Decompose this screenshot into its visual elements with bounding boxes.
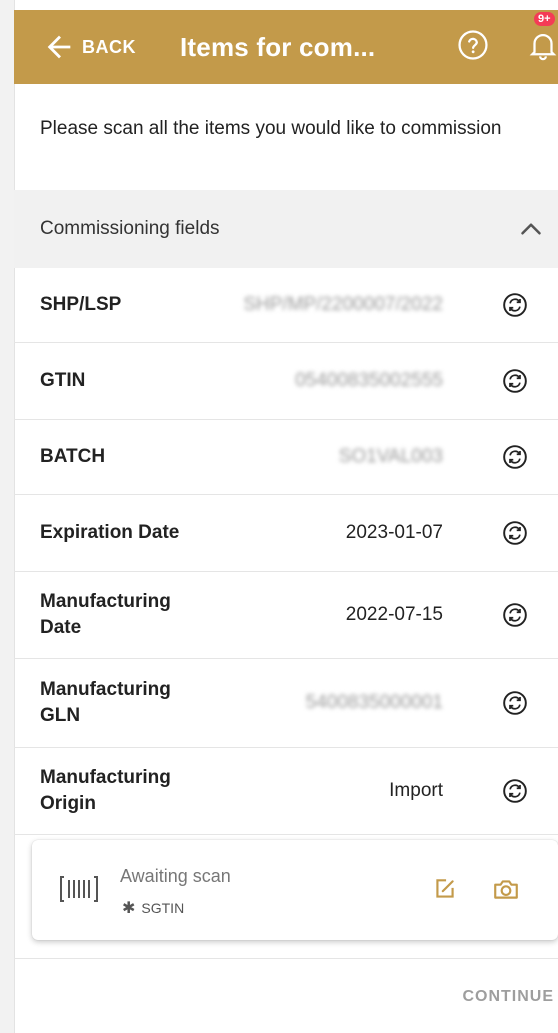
field-value: 2023-01-07 — [345, 522, 443, 543]
app-bar: BACK Items for com... 9+ — [14, 10, 558, 84]
refresh-icon[interactable] — [502, 690, 528, 716]
continue-button[interactable]: CONTINUE — [462, 988, 554, 1006]
field-value: SHP/MP/2200007/2022 — [243, 294, 443, 315]
field-label: GTIN — [40, 370, 86, 391]
field-value: 2022-07-15 — [345, 604, 443, 625]
field-row-batch: BATCH SO1VAL003 — [14, 420, 558, 495]
bell-icon[interactable] — [526, 28, 558, 62]
field-row-shp-lsp: SHP/LSP SHP/MP/2200007/2022 — [14, 268, 558, 343]
field-label: BATCH — [40, 446, 106, 467]
field-row-gtin: GTIN 05400835002555 — [14, 343, 558, 420]
refresh-icon[interactable] — [502, 292, 528, 318]
camera-icon[interactable] — [492, 876, 520, 902]
field-label: Manufacturing Date — [40, 591, 171, 638]
chevron-up-icon[interactable] — [514, 212, 548, 246]
section-title: Commissioning fields — [40, 218, 220, 239]
refresh-icon[interactable] — [502, 444, 528, 470]
scan-card[interactable]: Awaiting scan ✱ SGTIN — [32, 840, 558, 940]
field-value: 05400835002555 — [295, 370, 443, 391]
footer-divider — [14, 958, 558, 959]
field-label: SHP/LSP — [40, 294, 122, 315]
barcode-scan-icon — [60, 876, 98, 902]
commissioning-fields-header[interactable]: Commissioning fields — [14, 190, 558, 268]
refresh-icon[interactable] — [502, 778, 528, 804]
edit-icon[interactable] — [432, 876, 458, 902]
scan-type: ✱ SGTIN — [122, 898, 184, 918]
field-row-manufacturing-origin: Manufacturing Origin Import — [14, 748, 558, 835]
asterisk-icon: ✱ — [122, 900, 136, 917]
fields-list: SHP/LSP SHP/MP/2200007/2022 GTIN 0540083… — [14, 268, 558, 835]
field-label: Manufacturing GLN — [40, 679, 171, 726]
field-row-expiration-date: Expiration Date 2023-01-07 — [14, 495, 558, 572]
back-label: BACK — [82, 36, 136, 57]
instruction-text: Please scan all the items you would like… — [40, 118, 502, 139]
page-title: Items for com... — [180, 31, 376, 62]
scan-status: Awaiting scan — [120, 866, 231, 886]
help-icon[interactable] — [456, 28, 490, 62]
refresh-icon[interactable] — [502, 368, 528, 394]
refresh-icon[interactable] — [502, 520, 528, 546]
field-label: Manufacturing Origin — [40, 767, 171, 814]
app-screen: BACK Items for com... 9+ Please scan all… — [0, 0, 558, 1033]
field-label: Expiration Date — [40, 522, 180, 543]
arrow-left-icon — [47, 35, 71, 59]
back-button[interactable]: BACK — [42, 30, 136, 64]
field-row-manufacturing-date: Manufacturing Date 2022-07-15 — [14, 572, 558, 659]
refresh-icon[interactable] — [502, 602, 528, 628]
scan-type-label: SGTIN — [141, 900, 185, 916]
notification-badge: 9+ — [534, 12, 555, 26]
left-edge — [0, 0, 15, 1033]
field-value: SO1VAL003 — [338, 446, 443, 467]
field-row-manufacturing-gln: Manufacturing GLN 5400835000001 — [14, 659, 558, 748]
field-value: 5400835000001 — [305, 692, 443, 713]
field-value: Import — [389, 780, 443, 801]
